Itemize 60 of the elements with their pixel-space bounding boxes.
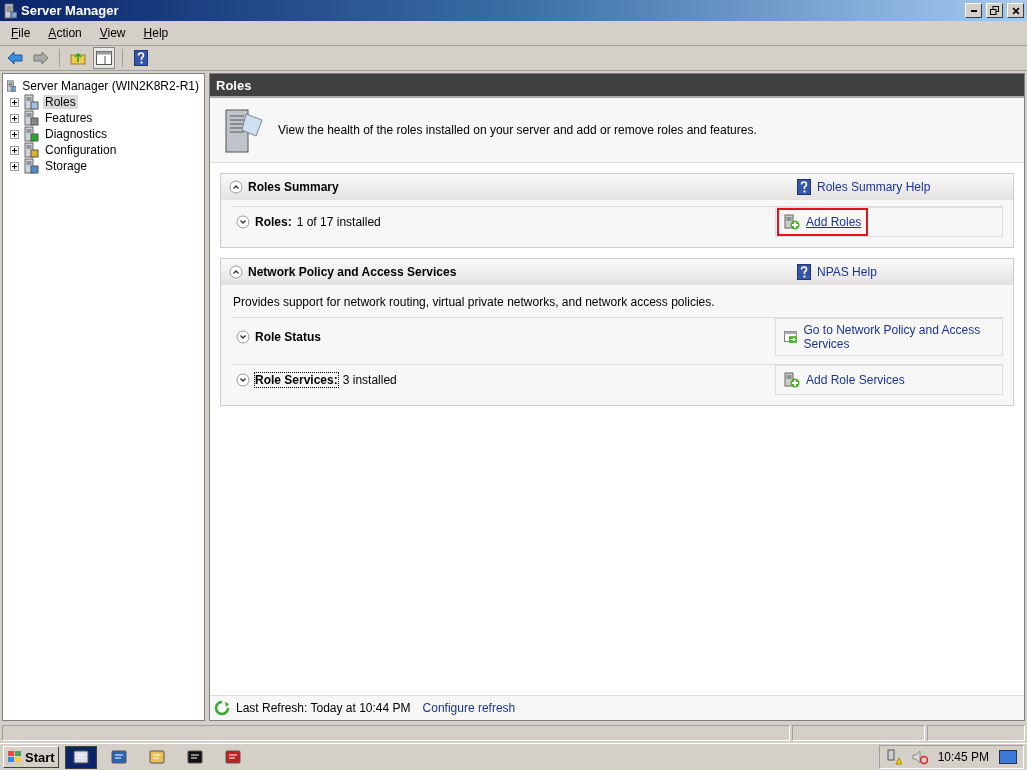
start-button[interactable]: Start: [3, 746, 59, 768]
menu-item[interactable]: View: [92, 24, 133, 42]
menu-item[interactable]: Help: [136, 24, 176, 42]
app-icon: [3, 2, 17, 19]
server-add-icon: [784, 372, 800, 388]
desktop-icon[interactable]: [999, 750, 1017, 764]
server-icon: [6, 78, 17, 94]
server-add-icon: [784, 214, 800, 230]
server-icon: [72, 749, 89, 765]
collapse-icon[interactable]: [229, 180, 243, 194]
menu-item[interactable]: File: [4, 24, 38, 42]
minimize-button[interactable]: [965, 3, 982, 18]
restore-icon: [990, 6, 999, 15]
tree-item[interactable]: Features: [43, 111, 95, 125]
tree-item[interactable]: Diagnostics: [43, 127, 110, 141]
expand-icon[interactable]: [10, 145, 19, 155]
windows-logo-icon: [7, 750, 23, 764]
row-value: 1 of 17 installed: [296, 215, 381, 229]
help-icon[interactable]: [797, 179, 811, 195]
action-link[interactable]: Add Roles: [782, 213, 864, 231]
intro-text: View the health of the roles installed on your server and add or remove roles and features.: [278, 123, 757, 137]
row-value: 3 installed: [342, 373, 397, 387]
configure-refresh-link[interactable]: Configure refresh: [422, 701, 516, 715]
close-button[interactable]: [1007, 3, 1024, 18]
tree-root[interactable]: Server Manager (WIN2K8R2-R1): [20, 79, 201, 93]
section-title: Network Policy and Access Services: [248, 265, 457, 279]
expand-icon[interactable]: [10, 97, 19, 107]
row-label[interactable]: Role Status: [255, 330, 321, 344]
section-title: Roles Summary: [248, 180, 339, 194]
expand-icon[interactable]: [10, 161, 19, 171]
help-link[interactable]: Roles Summary Help: [817, 180, 931, 194]
minimize-icon: [970, 9, 977, 12]
back-arrow-icon: [7, 51, 23, 65]
tree-item[interactable]: Storage: [43, 159, 90, 173]
window-title: Server Manager: [21, 3, 120, 18]
taskbar-button[interactable]: [64, 745, 97, 769]
tree-item[interactable]: Roles: [43, 95, 78, 109]
forward-arrow-icon: [33, 51, 49, 65]
close-icon: [1011, 6, 1020, 15]
action-link[interactable]: Go to Network Policy and Access Services: [782, 322, 996, 352]
row-label[interactable]: Roles:: [255, 215, 292, 229]
clock: 10:45 PM: [937, 750, 989, 764]
tree-item[interactable]: Configuration: [43, 143, 119, 157]
section-description: Provides support for network routing, virtual private networks, and network access policies.: [232, 294, 716, 309]
pane-header: Roles: [210, 74, 1024, 98]
last-refresh-text: Last Refresh: Today at 10:44 PM: [236, 701, 411, 715]
help-icon[interactable]: [797, 264, 811, 280]
speaker-muted-icon[interactable]: [911, 749, 928, 765]
expand-icon[interactable]: [10, 113, 19, 123]
row-label[interactable]: Role Services:: [255, 373, 338, 387]
action-link[interactable]: Add Role Services: [782, 371, 907, 389]
help-link[interactable]: NPAS Help: [817, 265, 877, 279]
show-pane-button[interactable]: [93, 47, 115, 69]
menu-item[interactable]: Action: [41, 24, 89, 42]
refresh-icon: [214, 700, 230, 716]
collapse-icon[interactable]: [229, 265, 243, 279]
pane-icon: [96, 51, 112, 65]
expand-icon[interactable]: [10, 129, 19, 139]
folder-up-icon: [70, 51, 86, 65]
restore-button[interactable]: [986, 3, 1003, 18]
